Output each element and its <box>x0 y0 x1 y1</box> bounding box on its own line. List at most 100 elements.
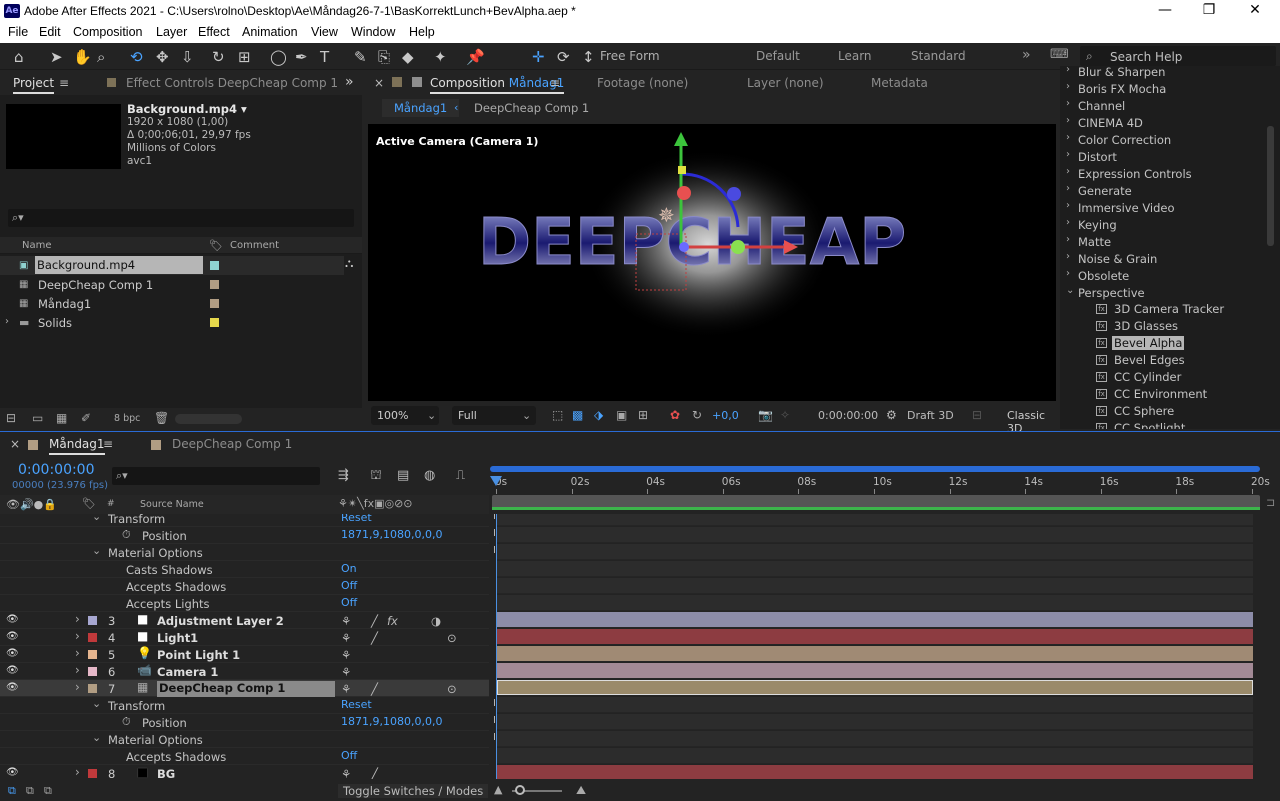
transparency-grid-icon[interactable]: ▩ <box>572 408 583 422</box>
flowchart-icon[interactable]: ⛬ <box>345 256 353 271</box>
property-row[interactable]: ⏱ Position 1871,9,1080,0,0,0 <box>0 714 489 731</box>
time-ruler[interactable]: 0s 02s 04s 06s 08s 10s 12s 14s 16s 18s 20s <box>490 475 1270 494</box>
menu-effect[interactable]: Effect <box>198 25 230 39</box>
close-tab-icon[interactable]: × <box>374 76 384 90</box>
effect-item[interactable]: › Generate <box>1060 182 1268 199</box>
effect-item[interactable]: fx CC Environment <box>1060 386 1268 403</box>
stopwatch-icon[interactable]: ⏱ <box>122 715 131 729</box>
project-item[interactable]: ▦ Måndag1 <box>0 294 344 313</box>
draft-3d-label[interactable]: Draft 3D <box>907 409 954 422</box>
workspace-standard[interactable]: Standard <box>911 49 966 63</box>
property-value[interactable]: Reset <box>341 514 372 524</box>
project-item[interactable]: › ▬ Solids <box>0 313 344 332</box>
quality-switch-icon[interactable]: ╱ <box>371 682 378 696</box>
maximize-icon[interactable]: ❐ <box>1194 2 1224 18</box>
effect-item[interactable]: › Obsolete <box>1060 267 1268 284</box>
shy-switch-icon[interactable]: ⚘ <box>341 682 351 696</box>
new-folder-icon[interactable]: ▭ <box>32 411 43 425</box>
composition-menu-icon[interactable]: ≡ <box>550 76 560 90</box>
3d-ground-plane-icon[interactable]: ⊟ <box>972 408 982 422</box>
effect-item[interactable]: › Matte <box>1060 233 1268 250</box>
exposure-value[interactable]: +0,0 <box>712 409 739 422</box>
property-row[interactable]: Accepts Lights Off <box>0 595 489 612</box>
effect-item[interactable]: › Noise & Grain <box>1060 250 1268 267</box>
rotate-tool-icon[interactable]: ↻ <box>212 48 225 66</box>
ellipse-tool-icon[interactable]: ◯ <box>270 48 287 66</box>
menu-file[interactable]: File <box>8 25 28 39</box>
chevron-right-icon[interactable]: › <box>1066 200 1070 211</box>
visibility-icon[interactable]: 👁 <box>6 682 19 693</box>
breadcrumb-item[interactable]: DeepCheap Comp 1 <box>474 101 589 115</box>
quality-switch-icon[interactable]: ╱ <box>371 631 378 645</box>
3d-layer-switch-icon[interactable]: ⊙ <box>447 682 457 696</box>
tab-layer[interactable]: Layer (none) <box>747 76 824 90</box>
property-row[interactable]: Accepts Shadows Off <box>0 578 489 595</box>
chevron-right-icon[interactable]: › <box>75 663 80 677</box>
visibility-icon[interactable]: 👁 <box>6 767 19 778</box>
chevron-right-icon[interactable]: › <box>75 646 80 660</box>
lock-icon[interactable] <box>392 77 402 87</box>
mask-visibility-icon[interactable]: ⬗ <box>594 408 603 422</box>
chevron-right-icon[interactable]: › <box>1066 115 1070 126</box>
dolly-tool-icon[interactable]: ⇩ <box>181 48 194 66</box>
in-out-icon[interactable]: ⧉ <box>44 784 52 798</box>
property-row[interactable]: Casts Shadows On <box>0 561 489 578</box>
property-row[interactable]: ⌄ Material Options <box>0 544 489 561</box>
shy-switch-icon[interactable]: ⚘ <box>341 665 351 679</box>
horizontal-scrollbar[interactable] <box>175 414 242 424</box>
playhead-line[interactable] <box>496 514 497 779</box>
tab-composition[interactable]: Composition Måndag1 <box>430 76 565 94</box>
project-item[interactable]: ▣ Background.mp4 ⛬ <box>0 256 353 275</box>
project-menu-icon[interactable]: ≡ <box>59 76 69 90</box>
pen-tool-icon[interactable]: ✒ <box>295 48 308 66</box>
chevron-right-icon[interactable]: › <box>75 629 80 643</box>
effect-switch-icon[interactable]: fx <box>387 614 398 628</box>
grid-icon[interactable]: ⊞ <box>638 408 648 422</box>
column-comment[interactable]: Comment <box>230 240 279 251</box>
layer-duration-bar[interactable] <box>497 612 1253 627</box>
label-swatch[interactable] <box>210 280 219 289</box>
close-tab-icon[interactable]: × <box>10 437 20 451</box>
label-swatch[interactable] <box>88 650 97 659</box>
eraser-tool-icon[interactable]: ◆ <box>402 48 414 66</box>
property-row[interactable]: ⌄ Transform Reset <box>0 514 489 527</box>
workspace-default[interactable]: Default <box>756 49 800 63</box>
time-navigator[interactable] <box>492 495 1260 510</box>
reset-exposure-icon[interactable]: ↻ <box>692 408 702 422</box>
chevron-right-icon[interactable]: › <box>5 316 9 327</box>
chevron-right-icon[interactable]: › <box>1066 268 1070 279</box>
project-settings-icon[interactable]: ✐ <box>81 411 91 425</box>
property-row[interactable]: ⌄ Material Options <box>0 731 489 748</box>
label-swatch[interactable] <box>210 261 219 270</box>
chevron-right-icon[interactable]: › <box>1066 66 1070 75</box>
z-axis-handle[interactable] <box>678 166 686 174</box>
layer-row[interactable]: 👁 › 3 ■ Adjustment Layer 2 ⚘ ╱ fx ◑ <box>0 612 489 629</box>
draft-3d-icon[interactable]: ⚙ <box>886 408 897 422</box>
zoom-out-icon[interactable]: ▲ <box>494 783 502 796</box>
label-swatch[interactable] <box>210 318 219 327</box>
snapshot-icon[interactable]: 📷 <box>758 408 773 422</box>
preview-name[interactable]: Background.mp4 ▾ <box>127 102 247 116</box>
property-row[interactable]: ⏱ Position 1871,9,1080,0,0,0 <box>0 527 489 544</box>
scroll-up-icon[interactable]: ⊐ <box>1266 496 1276 514</box>
stopwatch-icon[interactable]: ⏱ <box>122 528 131 542</box>
effect-item[interactable]: › Color Correction <box>1060 131 1268 148</box>
view-axis-icon[interactable]: ↕ <box>582 48 595 66</box>
channel-icon[interactable]: ✿ <box>670 408 680 422</box>
tab-project[interactable]: Project <box>13 76 55 94</box>
interpret-footage-icon[interactable]: ⊟ <box>6 411 16 425</box>
effect-item[interactable]: › Distort <box>1060 148 1268 165</box>
trash-icon[interactable]: 🗑 <box>154 411 169 425</box>
roto-tool-icon[interactable]: ✦ <box>434 48 447 66</box>
chevron-right-icon[interactable]: › <box>1066 166 1070 177</box>
effect-item[interactable]: › Channel <box>1060 97 1268 114</box>
chevron-right-icon[interactable]: › <box>1066 234 1070 245</box>
layer-row[interactable]: 👁 › 8 ■ BG ⚘ ╱ <box>0 765 489 779</box>
layer-name[interactable]: Light1 <box>157 631 198 645</box>
layer-row[interactable]: 👁 › 6 📹 Camera 1 ⚘ <box>0 663 489 680</box>
motion-blur-icon[interactable]: ◍ <box>424 468 435 483</box>
layer-row[interactable]: 👁 › 7 ▦ DeepCheap Comp 1 ⚘ ╱ ⊙ <box>0 680 489 697</box>
layer-duration-bar[interactable] <box>497 663 1253 678</box>
y-axis-arrow[interactable] <box>674 132 688 146</box>
work-area-bar[interactable] <box>490 466 1260 474</box>
